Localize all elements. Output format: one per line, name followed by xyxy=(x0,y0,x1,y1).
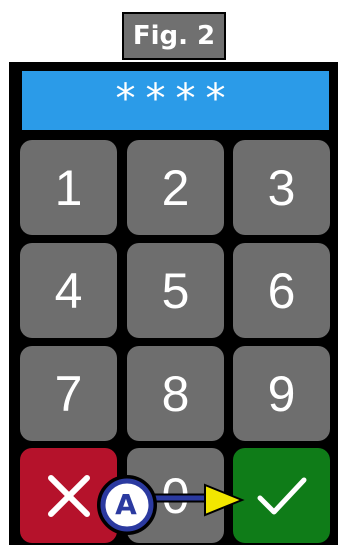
key-2[interactable]: 2 xyxy=(127,140,224,235)
key-3[interactable]: 3 xyxy=(233,140,330,235)
pin-display: **** xyxy=(20,69,331,132)
key-4[interactable]: 4 xyxy=(20,243,117,338)
figure-stage: Fig. 2 **** 1 2 3 4 5 6 7 8 9 0 A xyxy=(0,0,338,545)
key-9[interactable]: 9 xyxy=(233,346,330,441)
key-7[interactable]: 7 xyxy=(20,346,117,441)
key-8[interactable]: 8 xyxy=(127,346,224,441)
figure-label: Fig. 2 xyxy=(122,12,226,60)
confirm-button[interactable] xyxy=(233,448,330,543)
check-icon xyxy=(257,477,306,514)
callout-letter: A xyxy=(115,488,137,521)
key-5[interactable]: 5 xyxy=(127,243,224,338)
x-icon xyxy=(47,474,90,517)
key-6[interactable]: 6 xyxy=(233,243,330,338)
key-1[interactable]: 1 xyxy=(20,140,117,235)
